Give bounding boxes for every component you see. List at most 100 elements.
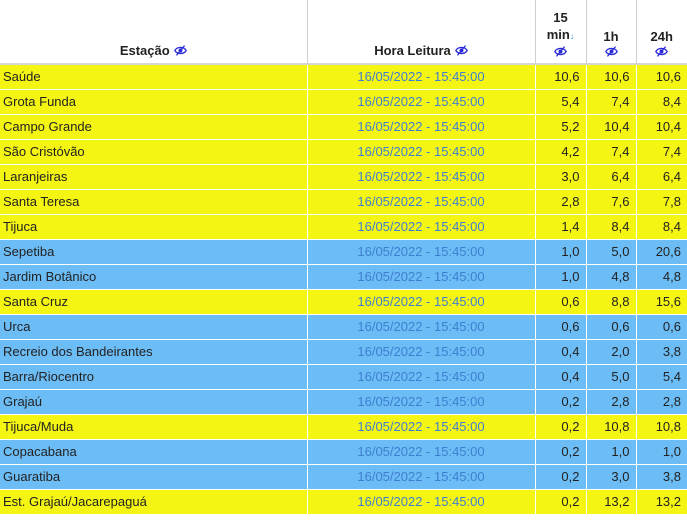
value-1h: 7,4 [586,89,637,115]
value-1h: 10,6 [586,64,637,90]
table-row[interactable]: Barra/Riocentro 16/05/2022 - 15:45:00 0,4 5… [0,364,687,390]
table-row[interactable]: Jardim Botânico 16/05/2022 - 15:45:00 1,0 4… [0,264,687,290]
value-1h: 3,0 [586,464,637,490]
station-name: Saúde [0,64,308,90]
value-24h: 0,6 [636,314,687,340]
value-24h: 6,4 [636,164,687,190]
value-1h: 5,0 [586,239,637,265]
table-row[interactable]: São Cristóvão 16/05/2022 - 15:45:00 4,2 7,4… [0,139,687,165]
station-name: Laranjeiras [0,164,308,190]
reading-time: 16/05/2022 - 15:45:00 [307,114,536,140]
table-row[interactable]: Recreio dos Bandeirantes 16/05/2022 - 15:… [0,339,687,365]
table-row[interactable]: Guaratiba 16/05/2022 - 15:45:00 0,2 3,0 3,8 [0,464,687,490]
value-15min: 10,6 [535,64,587,90]
value-24h: 15,6 [636,289,687,315]
value-24h: 2,8 [636,389,687,415]
reading-time: 16/05/2022 - 15:45:00 [307,364,536,390]
reading-time: 16/05/2022 - 15:45:00 [307,64,536,90]
value-24h: 3,8 [636,464,687,490]
reading-time: 16/05/2022 - 15:45:00 [307,189,536,215]
value-1h: 7,6 [586,189,637,215]
reading-time: 16/05/2022 - 15:45:00 [307,439,536,465]
header-time-label: Hora Leitura [374,43,451,58]
station-name: Guaratiba [0,464,308,490]
value-24h: 4,8 [636,264,687,290]
table-row[interactable]: Sepetiba 16/05/2022 - 15:45:00 1,0 5,0 20,6 [0,239,687,265]
table-row[interactable]: Grota Funda 16/05/2022 - 15:45:00 5,4 7,4 8,… [0,89,687,115]
table-row[interactable]: Tijuca/Muda 16/05/2022 - 15:45:00 0,2 10,8 1… [0,414,687,440]
value-15min: 5,2 [535,114,587,140]
value-15min: 0,6 [535,314,587,340]
station-name: Urca [0,314,308,340]
table-row[interactable]: Campo Grande 16/05/2022 - 15:45:00 5,2 10,4… [0,114,687,140]
header-time[interactable]: Hora Leitura [307,0,536,65]
value-1h: 10,4 [586,114,637,140]
value-24h: 20,6 [636,239,687,265]
header-15min[interactable]: 15 min↓ [535,0,587,65]
reading-time: 16/05/2022 - 15:45:00 [307,314,536,340]
header-1h[interactable]: 1h [586,0,637,65]
value-1h: 2,0 [586,339,637,365]
station-name: Jardim Botânico [0,264,308,290]
reading-time: 16/05/2022 - 15:45:00 [307,464,536,490]
value-24h: 8,4 [636,89,687,115]
value-1h: 6,4 [586,164,637,190]
table-row[interactable]: Laranjeiras 16/05/2022 - 15:45:00 3,0 6,4 6,… [0,164,687,190]
table-row[interactable]: Tijuca 16/05/2022 - 15:45:00 1,4 8,4 8,4 [0,214,687,240]
reading-time: 16/05/2022 - 15:45:00 [307,164,536,190]
eye-slash-icon[interactable] [554,45,567,58]
value-24h: 13,2 [636,489,687,515]
value-15min: 0,2 [535,489,587,515]
header-24h-label: 24h [650,29,673,44]
value-15min: 0,2 [535,414,587,440]
value-24h: 5,4 [636,364,687,390]
station-name: Santa Teresa [0,189,308,215]
value-24h: 1,0 [636,439,687,465]
table-row[interactable]: Santa Teresa 16/05/2022 - 15:45:00 2,8 7,6 7… [0,189,687,215]
value-15min: 2,8 [535,189,587,215]
station-name: Copacabana [0,439,308,465]
value-24h: 10,8 [636,414,687,440]
value-15min: 0,2 [535,439,587,465]
reading-time: 16/05/2022 - 15:45:00 [307,89,536,115]
table-row[interactable]: Copacabana 16/05/2022 - 15:45:00 0,2 1,0 1,0 [0,439,687,465]
value-1h: 8,4 [586,214,637,240]
table-header-row: Estação Hora Leitura 15 min↓ 1h 24h [0,0,687,65]
header-24h[interactable]: 24h [636,0,687,65]
value-24h: 7,8 [636,189,687,215]
value-1h: 5,0 [586,364,637,390]
value-1h: 7,4 [586,139,637,165]
header-station[interactable]: Estação [0,0,308,65]
rain-stations-table: Estação Hora Leitura 15 min↓ 1h 24h Saúd… [0,0,687,515]
reading-time: 16/05/2022 - 15:45:00 [307,414,536,440]
table-row[interactable]: Santa Cruz 16/05/2022 - 15:45:00 0,6 8,8 15,… [0,289,687,315]
reading-time: 16/05/2022 - 15:45:00 [307,289,536,315]
eye-slash-icon[interactable] [173,44,187,57]
value-1h: 0,6 [586,314,637,340]
value-15min: 1,0 [535,264,587,290]
eye-slash-icon[interactable] [604,45,618,58]
header-15min-top: 15 [553,10,568,25]
eye-slash-icon[interactable] [655,45,669,58]
reading-time: 16/05/2022 - 15:45:00 [307,264,536,290]
table-row[interactable]: Urca 16/05/2022 - 15:45:00 0,6 0,6 0,6 [0,314,687,340]
reading-time: 16/05/2022 - 15:45:00 [307,139,536,165]
station-name: Tijuca/Muda [0,414,308,440]
value-15min: 0,2 [535,389,587,415]
station-name: Grota Funda [0,89,308,115]
reading-time: 16/05/2022 - 15:45:00 [307,239,536,265]
station-name: Sepetiba [0,239,308,265]
station-name: Tijuca [0,214,308,240]
reading-time: 16/05/2022 - 15:45:00 [307,214,536,240]
eye-slash-icon[interactable] [454,44,468,57]
reading-time: 16/05/2022 - 15:45:00 [307,389,536,415]
value-1h: 2,8 [586,389,637,415]
value-1h: 1,0 [586,439,637,465]
table-row[interactable]: Saúde 16/05/2022 - 15:45:00 10,6 10,6 10,6 [0,64,687,90]
value-24h: 8,4 [636,214,687,240]
value-24h: 7,4 [636,139,687,165]
table-row[interactable]: Est. Grajaú/Jacarepaguá 16/05/2022 - 15:4… [0,489,687,515]
table-row[interactable]: Grajaú 16/05/2022 - 15:45:00 0,2 2,8 2,8 [0,389,687,415]
sort-down-arrow-icon: ↓ [569,31,575,41]
station-name: Grajaú [0,389,308,415]
